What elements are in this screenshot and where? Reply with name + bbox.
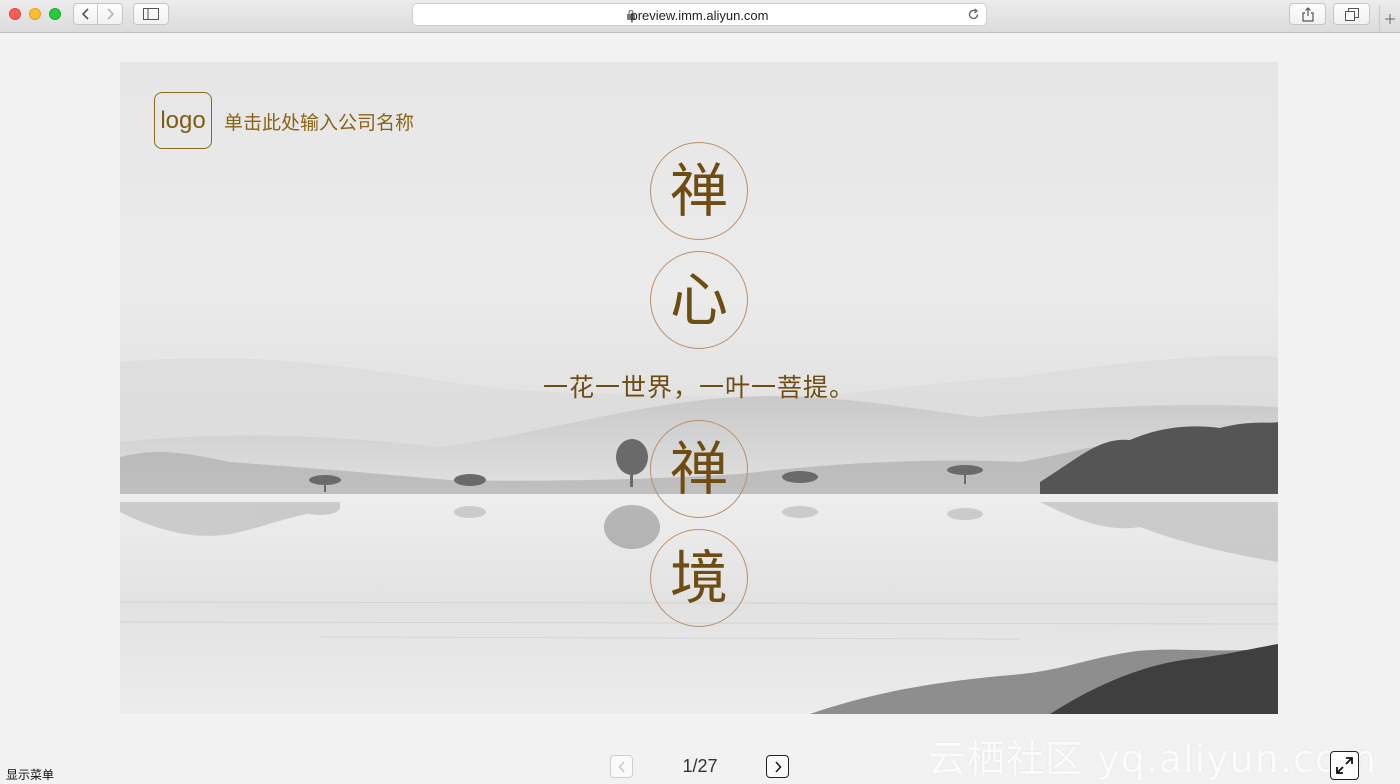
sidebar-button[interactable] [133,3,169,25]
company-name-placeholder[interactable]: 单击此处输入公司名称 [224,108,414,135]
show-menu-link[interactable]: 显示菜单 [6,766,54,783]
fullscreen-icon [1336,757,1353,774]
reload-icon[interactable] [967,8,980,21]
address-bar[interactable]: preview.imm.aliyun.com [412,3,987,26]
browser-toolbar: preview.imm.aliyun.com [0,0,1400,33]
chevron-left-icon [81,8,89,20]
minimize-window-button[interactable] [29,8,41,20]
watermark: 云栖社区 yq.aliyun.com [928,737,1378,781]
circle-char-2: 心 [650,251,748,349]
chevron-left-icon [617,760,625,773]
presentation-slide: logo 单击此处输入公司名称 禅 心 一花一世界，一叶一菩提。 禅 境 [120,62,1278,714]
close-window-button[interactable] [9,8,21,20]
new-tab-button[interactable] [1379,5,1400,33]
back-button[interactable] [73,3,98,25]
plus-icon [1385,14,1395,24]
circle-char-1: 禅 [650,142,748,240]
circle-char-4: 境 [650,529,748,627]
slide-tagline: 一花一世界，一叶一菩提。 [542,373,855,402]
chevron-right-icon [774,760,782,773]
logo-text: logo [160,106,206,134]
tabs-button[interactable] [1333,3,1370,25]
forward-button[interactable] [98,3,123,25]
logo-placeholder[interactable]: logo [154,92,212,149]
page-indicator: 1/27 [682,756,718,776]
prev-page-button[interactable] [610,755,633,778]
share-icon [1301,6,1314,22]
tabs-icon [1344,7,1359,21]
fullscreen-button[interactable] [1330,751,1359,780]
share-button[interactable] [1289,3,1326,25]
zoom-window-button[interactable] [49,8,61,20]
sidebar-icon [143,8,159,20]
next-page-button[interactable] [766,755,789,778]
url-text: preview.imm.aliyun.com [630,8,769,23]
chevron-right-icon [107,8,115,20]
circle-char-3: 禅 [650,420,748,518]
